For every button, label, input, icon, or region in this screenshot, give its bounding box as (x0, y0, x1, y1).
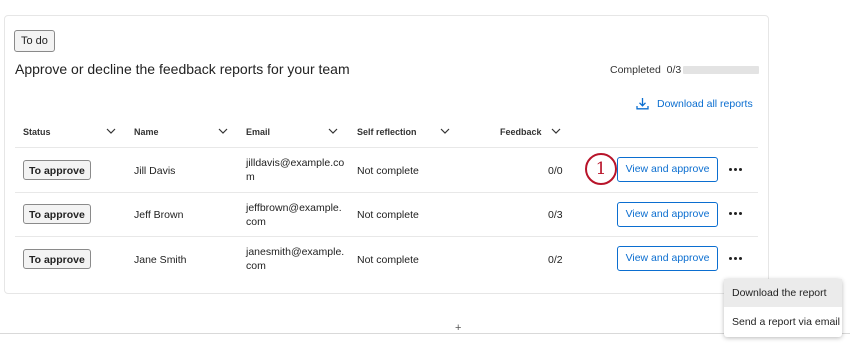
feedback-sort-chevron-down-icon[interactable] (551, 127, 561, 135)
plus-icon[interactable]: + (455, 323, 461, 334)
menu-item-label: Send a report via email (732, 316, 840, 328)
column-header-self-reflection[interactable]: Self reflection (357, 127, 417, 137)
table-row-feedback: 0/0 (548, 165, 563, 177)
completion-progress-bar (683, 66, 759, 74)
view-and-approve-button[interactable]: View and approve (617, 202, 718, 227)
more-horizontal-icon[interactable] (728, 210, 744, 218)
column-header-email[interactable]: Email (246, 127, 270, 137)
download-icon (636, 98, 649, 110)
table-row-feedback: 0/3 (548, 209, 563, 221)
status-sort-chevron-down-icon[interactable] (106, 127, 116, 135)
column-header-name[interactable]: Name (134, 127, 159, 137)
table-row-name: Jane Smith (134, 254, 187, 266)
email-sort-chevron-down-icon[interactable] (328, 127, 338, 135)
bottom-divider (0, 333, 850, 334)
row-divider (15, 236, 758, 237)
view-and-approve-button[interactable]: View and approve (617, 157, 718, 182)
more-horizontal-icon[interactable] (728, 255, 744, 263)
step-number-marker: 1 (585, 153, 617, 185)
status-badge: To approve (23, 160, 91, 180)
table-row-name: Jill Davis (134, 165, 176, 177)
completed-count: 0/3 (666, 64, 682, 76)
table-row-feedback: 0/2 (548, 254, 563, 266)
self-reflection-sort-chevron-down-icon[interactable] (440, 127, 450, 135)
menu-item-download-report[interactable]: Download the report (724, 279, 842, 307)
table-row-self-reflection: Not complete (357, 165, 419, 177)
table-row-email: janesmith@example.com (246, 246, 345, 272)
menu-item-label: Download the report (732, 287, 827, 299)
table-row-email: jilldavis@example.com (246, 157, 345, 183)
header-divider (15, 147, 758, 148)
todo-badge: To do (14, 30, 55, 52)
completed-label: Completed (610, 64, 661, 76)
status-badge: To approve (23, 204, 91, 224)
completion-summary: Completed 0/3 (610, 64, 681, 76)
report-context-menu: Download the report Send a report via em… (724, 279, 842, 337)
download-all-reports-link[interactable]: Download all reports (636, 97, 753, 110)
more-horizontal-icon[interactable] (728, 166, 744, 174)
status-badge: To approve (23, 249, 91, 269)
view-and-approve-button[interactable]: View and approve (617, 246, 718, 271)
column-header-feedback[interactable]: Feedback (500, 127, 542, 137)
table-row-email: jeffbrown@example.com (246, 202, 342, 228)
column-header-status[interactable]: Status (23, 127, 51, 137)
menu-item-send-report-email[interactable]: Send a report via email (724, 308, 842, 336)
table-row-self-reflection: Not complete (357, 209, 419, 221)
table-row-self-reflection: Not complete (357, 254, 419, 266)
table-row-name: Jeff Brown (134, 209, 184, 221)
download-all-label: Download all reports (657, 97, 753, 110)
name-sort-chevron-down-icon[interactable] (218, 127, 228, 135)
page-headline: Approve or decline the feedback reports … (15, 61, 350, 77)
row-divider (15, 192, 758, 193)
